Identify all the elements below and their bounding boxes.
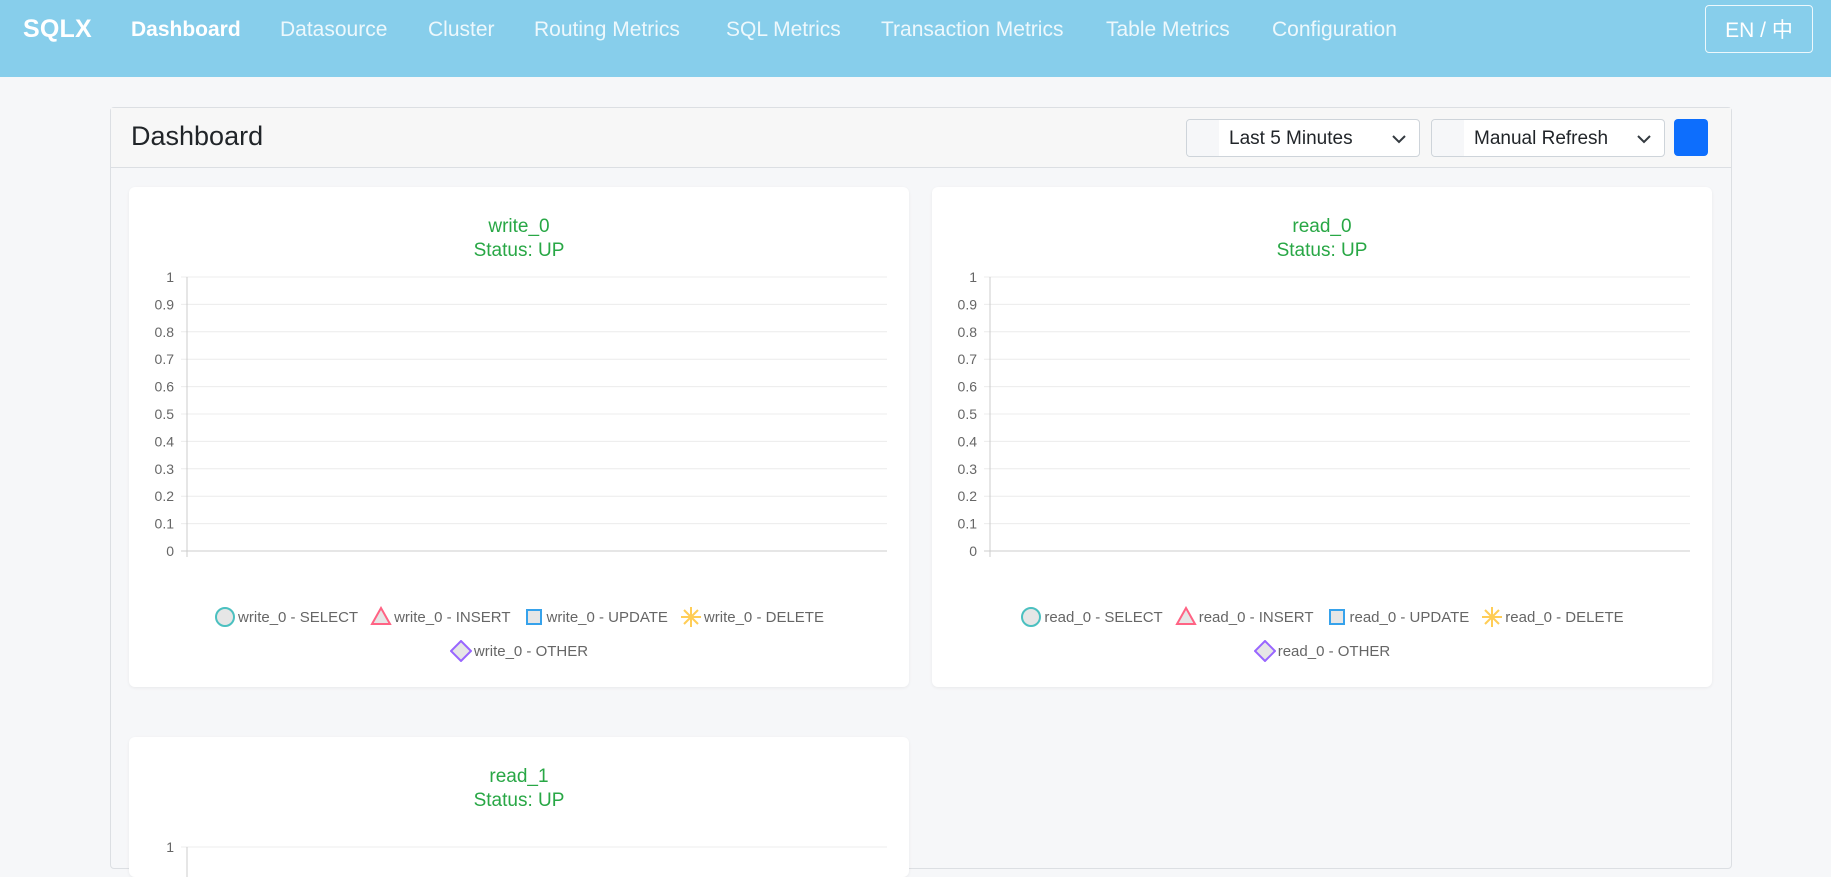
dashboard-header: Dashboard Last 5 Minutes Manual Refresh [111,108,1731,168]
line-chart-read-0: 00.10.20.30.40.50.60.70.80.9121:5321:542… [958,269,1690,557]
nav-dashboard[interactable]: Dashboard [131,18,241,42]
legend-item[interactable]: write_0 - INSERT [370,606,511,628]
triangle-marker-icon [370,606,392,625]
y-tick-label: 0.6 [958,379,978,395]
y-tick-label: 0.9 [958,296,978,312]
y-tick-label: 0.9 [155,296,175,312]
star-marker-icon [680,607,701,627]
legend-item[interactable]: write_0 - DELETE [680,606,824,628]
rect-marker-icon [525,609,542,625]
circle-marker-icon [1021,607,1042,627]
legend-item[interactable]: read_0 - DELETE [1481,606,1624,628]
y-tick-label: 0 [166,543,174,557]
nav-routing-metrics[interactable]: Routing Metrics [534,18,680,42]
chart-legend: read_0 - OTHER [932,640,1712,662]
y-tick-label: 0.5 [958,406,978,422]
y-tick-label: 0.7 [958,351,978,367]
chevron-down-icon [1637,135,1651,144]
legend-label: read_0 - INSERT [1198,608,1314,626]
refresh-mode-prefix [1432,120,1464,156]
legend-item[interactable]: write_0 - SELECT [214,606,358,628]
chart-card-read-0: read_0 Status: UP 0 0.1 0.2 0.3 0.4 0.5 0.6 0.7… [932,187,1712,687]
y-tick-label: 1 [969,269,977,285]
legend-label: read_0 - DELETE [1505,608,1624,626]
y-tick-label: 0.8 [155,324,175,340]
y-tick-label: 0.3 [155,461,175,477]
chart-legend: read_0 - SELECT read_0 - INSERT read_0 - U… [932,606,1712,628]
y-tick-label: 0.1 [958,516,978,532]
chevron-down-icon [1392,135,1406,144]
y-tick-label: 0.7 [155,351,175,367]
legend-item[interactable]: read_0 - SELECT [1020,606,1163,628]
star-marker-icon [1482,607,1503,627]
triangle-marker-icon [1175,606,1197,625]
legend-label: write_0 - DELETE [703,608,824,626]
y-tick-label: 0.2 [155,488,175,504]
y-tick-label: 0.8 [958,324,978,340]
time-range-prefix [1187,120,1219,156]
circle-marker-icon [215,607,236,627]
y-tick-label: 0.3 [958,461,978,477]
legend-label: read_0 - UPDATE [1349,608,1470,626]
y-tick-label: 1 [166,839,174,855]
y-tick-label: 0.4 [155,433,175,449]
chart-card-write-0: write_0 Status: UP 0 0.1 0.2 0.3 0.4 0.5 0.6 0.… [129,187,909,687]
chart-card-read-1: read_1 Status: UP 1 [129,737,909,877]
legend-item[interactable]: read_0 - INSERT [1175,606,1314,628]
y-tick-label: 0.5 [155,406,175,422]
legend-label: write_0 - SELECT [238,608,359,626]
refresh-button[interactable] [1674,119,1708,156]
time-range-value: Last 5 Minutes [1229,128,1353,149]
time-range-select[interactable]: Last 5 Minutes [1186,119,1420,157]
nav-datasource[interactable]: Datasource [280,18,387,42]
line-chart-write-0: 00.10.20.30.40.50.60.70.80.9121:5321:542… [155,269,887,557]
brand-logo[interactable]: SQLX [23,15,92,44]
nav-cluster[interactable]: Cluster [428,18,495,42]
top-navbar: SQLX Dashboard Datasource Cluster Routin… [0,0,1831,77]
refresh-mode-select[interactable]: Manual Refresh [1431,119,1665,157]
page-title: Dashboard [131,121,264,151]
legend-label: write_0 - INSERT [394,608,511,626]
legend-label: read_0 - OTHER [1277,642,1391,660]
nav-table-metrics[interactable]: Table Metrics [1106,18,1230,42]
y-tick-label: 0.1 [155,516,175,532]
y-tick-label: 1 [166,269,174,285]
legend-label: write_0 - OTHER [473,642,589,660]
legend-item[interactable]: write_0 - OTHER [449,640,589,662]
legend-item[interactable]: read_0 - UPDATE [1326,606,1470,628]
y-tick-label: 0.6 [155,379,175,395]
language-toggle-button[interactable]: EN / 中 [1705,5,1813,53]
nav-configuration[interactable]: Configuration [1272,18,1397,42]
chart-legend: write_0 - SELECT write_0 - INSERT write_0 … [129,606,909,628]
nav-sql-metrics[interactable]: SQL Metrics [726,18,841,42]
legend-label: write_0 - UPDATE [546,608,668,626]
chart-legend: write_0 - OTHER [129,640,909,662]
legend-label: read_0 - SELECT [1044,608,1163,626]
legend-item[interactable]: read_0 - OTHER [1253,640,1391,662]
legend-item[interactable]: write_0 - UPDATE [523,606,668,628]
diamond-marker-icon [449,640,472,662]
y-tick-label: 0.4 [958,433,978,449]
refresh-mode-value: Manual Refresh [1474,128,1609,149]
y-tick-label: 0.2 [958,488,978,504]
line-chart-read-1: 1 [166,839,887,877]
dashboard-card: Dashboard Last 5 Minutes Manual Refresh … [110,107,1732,877]
y-tick-label: 0 [969,543,977,557]
rect-marker-icon [1328,609,1345,625]
nav-transaction-metrics[interactable]: Transaction Metrics [881,18,1063,42]
diamond-marker-icon [1253,640,1276,662]
